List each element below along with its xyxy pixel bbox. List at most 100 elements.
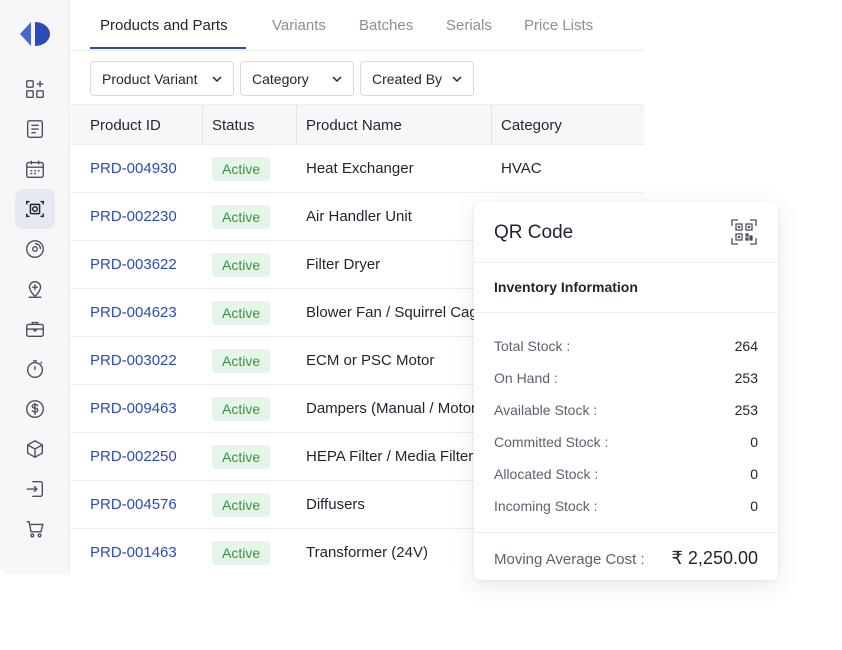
product-scan-icon [26,200,44,218]
stat-label-on-hand: On Hand : [494,370,558,386]
document-list-icon [26,120,44,138]
product-id-link[interactable]: PRD-003022 [90,352,177,369]
status-badge: Active [212,205,271,229]
active-tab-indicator [90,47,246,49]
chevron-down-icon [212,76,222,83]
chevron-down-icon [332,76,342,83]
stat-value-incoming-stock: 0 [750,498,758,514]
status-badge: Active [212,157,271,181]
filter-label: Product Variant [102,70,198,87]
apps-add-icon [26,80,44,98]
moving-average-cost-label: Moving Average Cost : [494,551,645,568]
sidebar-item-calendar[interactable] [15,149,55,189]
stat-value-allocated-stock: 0 [750,466,758,482]
product-id-link[interactable]: PRD-004930 [90,160,177,177]
sidebar-item-documents[interactable] [15,109,55,149]
import-icon [26,480,44,498]
app-logo[interactable] [18,20,52,48]
status-badge: Active [212,349,271,373]
product-name: ECM or PSC Motor [306,352,435,369]
location-add-icon [28,281,42,298]
stat-label-committed-stock: Committed Stock : [494,434,609,450]
column-header-category[interactable]: Category [501,117,562,134]
product-name: Heat Exchanger [306,160,414,177]
product-name: Air Handler Unit [306,208,412,225]
product-name: Blower Fan / Squirrel Cage [306,304,474,321]
stat-value-available-stock: 253 [734,402,758,418]
product-id-link[interactable]: PRD-002230 [90,208,177,225]
sidebar-item-billing[interactable] [15,389,55,429]
inventory-info-panel: QR Code Inventory Information Total Stoc… [474,202,778,580]
sidebar-item-products[interactable] [15,189,55,229]
product-name: Dampers (Manual / Motorized) [306,400,474,417]
panel-subtitle: Inventory Information [494,279,638,295]
package-box-icon [26,439,44,459]
table-row[interactable]: PRD-004930 Active Heat Exchanger HVAC [71,145,644,193]
product-id-link[interactable]: PRD-004576 [90,496,177,513]
filter-created-by[interactable]: Created By [360,61,474,96]
briefcase-icon [26,321,44,338]
status-badge: Active [212,493,271,517]
panel-title: QR Code [494,222,574,243]
status-badge: Active [212,253,271,277]
status-badge: Active [212,541,271,565]
cart-icon [26,520,44,538]
status-badge: Active [212,397,271,421]
calendar-icon [26,160,44,178]
chevron-down-icon [452,76,462,83]
sidebar-item-disc[interactable] [15,229,55,269]
product-category: HVAC [501,160,542,177]
column-divider [296,105,297,145]
stat-label-incoming-stock: Incoming Stock : [494,498,598,514]
tab-batches[interactable]: Batches [359,17,413,34]
product-id-link[interactable]: PRD-003622 [90,256,177,273]
sidebar-item-import[interactable] [15,469,55,509]
column-divider [491,105,492,145]
sidebar-item-apps[interactable] [15,69,55,109]
column-header-product-name[interactable]: Product Name [306,117,402,134]
qr-code-icon[interactable] [730,218,758,246]
product-id-link[interactable]: PRD-001463 [90,544,177,561]
sidebar-item-timer[interactable] [15,349,55,389]
stat-value-on-hand: 253 [734,370,758,386]
sidebar-item-cart[interactable] [15,509,55,549]
sidebar [0,0,70,575]
column-divider [202,105,203,145]
status-badge: Active [212,301,271,325]
tab-serials[interactable]: Serials [446,17,492,34]
sidebar-item-location[interactable] [15,269,55,309]
product-id-link[interactable]: PRD-002250 [90,448,177,465]
status-badge: Active [212,445,271,469]
divider [474,312,778,313]
sidebar-item-jobs[interactable] [15,309,55,349]
stat-label-allocated-stock: Allocated Stock : [494,466,599,482]
dollar-circle-icon [26,400,44,418]
stopwatch-icon [26,360,44,378]
filter-category[interactable]: Category [240,61,354,96]
product-id-link[interactable]: PRD-009463 [90,400,177,417]
filter-product-variant[interactable]: Product Variant [90,61,234,96]
product-name: HEPA Filter / Media Filter [306,448,474,465]
table-header: Product ID Status Product Name Category [71,104,644,145]
filter-label: Category [252,70,309,87]
tab-products-and-parts[interactable]: Products and Parts [100,17,228,34]
divider [474,262,778,263]
column-header-product-id[interactable]: Product ID [90,117,161,134]
tab-price-lists[interactable]: Price Lists [524,17,593,34]
product-name: Transformer (24V) [306,544,428,561]
stat-label-available-stock: Available Stock : [494,402,598,418]
moving-average-cost-value: ₹ 2,250.00 [671,548,758,568]
stat-label-total-stock: Total Stock : [494,338,571,354]
tab-variants[interactable]: Variants [272,17,326,34]
filter-label: Created By [372,70,443,87]
stat-value-total-stock: 264 [734,338,758,354]
product-name: Diffusers [306,496,365,513]
column-header-status[interactable]: Status [212,117,255,134]
product-name: Filter Dryer [306,256,381,273]
stat-value-committed-stock: 0 [750,434,758,450]
product-id-link[interactable]: PRD-004623 [90,304,177,321]
tab-bar: Products and Parts Variants Batches Seri… [71,0,644,51]
disc-icon [26,240,44,258]
sidebar-item-inventory[interactable] [15,429,55,469]
divider [474,532,778,533]
